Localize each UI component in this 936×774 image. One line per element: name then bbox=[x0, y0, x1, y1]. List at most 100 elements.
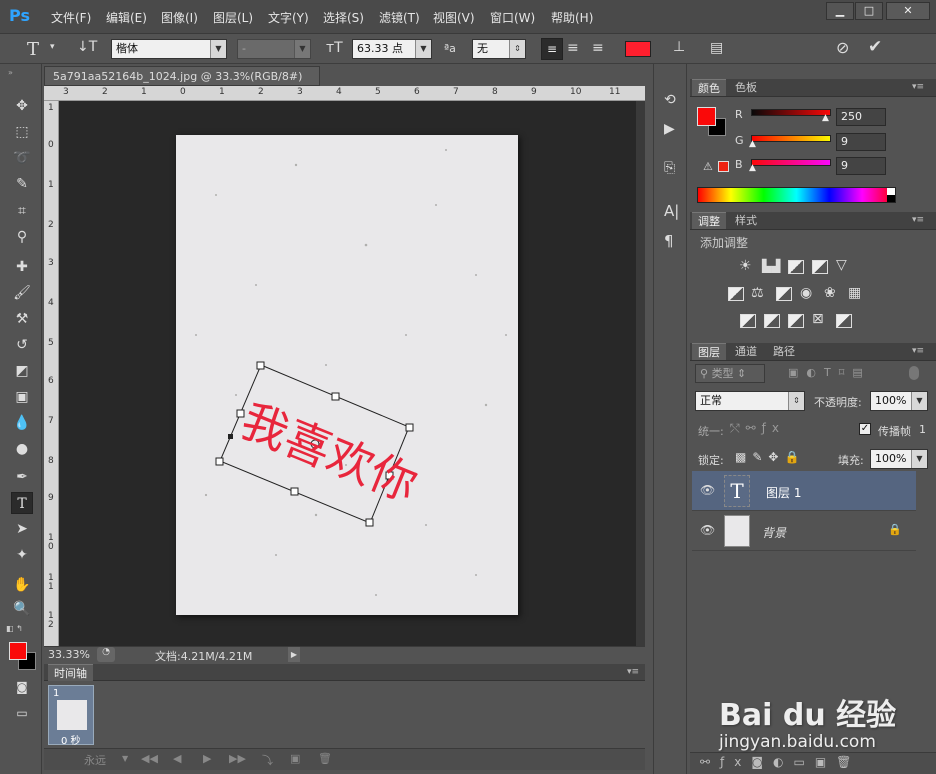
tab-adjustments[interactable]: 调整 bbox=[692, 212, 726, 229]
clone-stamp-tool-icon[interactable]: ⚒ bbox=[11, 308, 33, 330]
type-tool-icon[interactable]: T bbox=[11, 492, 33, 514]
first-frame-icon[interactable]: ◀◀ bbox=[141, 752, 158, 765]
type-tool-preset-icon[interactable]: T bbox=[27, 39, 39, 60]
menu-type[interactable]: 文字(Y) bbox=[268, 9, 309, 26]
play-icon[interactable]: ▶ bbox=[203, 752, 211, 765]
status-menu-icon[interactable]: ◔ bbox=[97, 647, 115, 662]
tab-styles[interactable]: 样式 bbox=[729, 212, 763, 229]
tab-layers[interactable]: 图层 bbox=[692, 343, 726, 360]
color-balance-icon[interactable]: ⚖ bbox=[751, 285, 764, 301]
text-color-swatch[interactable] bbox=[625, 41, 651, 57]
slider-handle-icon[interactable]: ▲ bbox=[749, 139, 756, 149]
document-tab[interactable]: 5a791aa52164b_1024.jpg @ 33.3%(RGB/8#) × bbox=[44, 66, 320, 96]
blue-value-input[interactable]: 9 bbox=[836, 157, 886, 175]
gamut-color-chip[interactable] bbox=[718, 161, 729, 172]
blur-tool-icon[interactable]: 💧 bbox=[11, 412, 33, 434]
menu-filter[interactable]: 滤镜(T) bbox=[379, 9, 420, 26]
text-orientation-icon[interactable]: ↓T bbox=[77, 39, 97, 55]
layer-name[interactable]: 背景 bbox=[762, 524, 786, 541]
eye-icon[interactable]: 👁 bbox=[700, 483, 715, 497]
font-family-select[interactable]: 楷体 ▼ bbox=[111, 39, 227, 59]
menu-select[interactable]: 选择(S) bbox=[323, 9, 364, 26]
red-slider[interactable] bbox=[751, 109, 831, 116]
history-brush-tool-icon[interactable]: ↺ bbox=[11, 334, 33, 356]
foreground-color-swatch[interactable] bbox=[9, 642, 27, 660]
collapse-arrows-icon[interactable]: » bbox=[8, 68, 13, 77]
channel-mixer-icon[interactable]: ❀ bbox=[824, 285, 836, 301]
opacity-input[interactable]: 100% ▼ bbox=[870, 391, 928, 411]
pen-tool-icon[interactable]: ✒ bbox=[11, 466, 33, 488]
warp-text-icon[interactable]: ⊥ bbox=[673, 39, 685, 55]
tween-icon[interactable]: ⤵ bbox=[262, 752, 273, 768]
crop-tool-icon[interactable]: ⌗ bbox=[11, 200, 33, 222]
close-window-button[interactable]: ✕ bbox=[886, 2, 930, 20]
chevron-down-icon[interactable]: ▾ bbox=[50, 42, 55, 52]
panel-menu-icon[interactable]: ▾≡ bbox=[912, 82, 924, 92]
hand-tool-icon[interactable]: ✋ bbox=[11, 574, 33, 596]
threshold-icon[interactable] bbox=[788, 314, 804, 328]
selective-color-icon[interactable]: ⊠ bbox=[812, 311, 824, 327]
eraser-tool-icon[interactable]: ◩ bbox=[11, 360, 33, 382]
timeline-tab[interactable]: 时间轴 bbox=[48, 664, 93, 681]
tab-swatches[interactable]: 色板 bbox=[729, 79, 763, 96]
slider-handle-icon[interactable]: ▲ bbox=[822, 113, 829, 123]
gradient-map-icon[interactable] bbox=[836, 314, 852, 328]
exposure-icon[interactable] bbox=[812, 260, 828, 274]
tab-paths[interactable]: 路径 bbox=[767, 343, 801, 360]
font-size-select[interactable]: 63.33 点 ▼ bbox=[352, 39, 432, 59]
prev-frame-icon[interactable]: ◀ bbox=[173, 752, 181, 765]
tab-color[interactable]: 颜色 bbox=[692, 79, 726, 96]
layer-name[interactable]: 图层 1 bbox=[766, 484, 801, 501]
layer-row-background[interactable]: 👁 背景 🔒 bbox=[692, 511, 916, 551]
unify-icons[interactable]: ⤲⚯ƒx bbox=[730, 421, 785, 436]
align-left-button[interactable]: ≡ bbox=[541, 38, 563, 60]
blue-slider[interactable] bbox=[751, 159, 831, 166]
chevron-down-icon[interactable]: ▼ bbox=[122, 754, 128, 763]
text-transform-box[interactable]: 我喜欢你 bbox=[176, 135, 518, 615]
posterize-icon[interactable] bbox=[764, 314, 780, 328]
layer-actions-icons[interactable]: ⚯ƒx◙◐▭▣🗑 bbox=[700, 755, 861, 769]
green-slider[interactable] bbox=[751, 135, 831, 142]
lock-icons[interactable]: ▩✎✥🔒 bbox=[735, 450, 805, 464]
align-center-button[interactable]: ≡ bbox=[567, 40, 579, 56]
actions-play-icon[interactable]: ▶ bbox=[664, 121, 675, 137]
vertical-scrollbar[interactable] bbox=[636, 101, 645, 646]
character-panel-icon[interactable]: ▤ bbox=[710, 40, 723, 56]
fill-input[interactable]: 100% ▼ bbox=[870, 449, 928, 469]
screen-mode-icon[interactable]: ▭ bbox=[11, 702, 33, 724]
default-colors-icon[interactable]: ◧ ↰ bbox=[6, 624, 23, 633]
cancel-icon[interactable]: ⊘ bbox=[836, 38, 849, 57]
duplicate-frame-icon[interactable]: ▣ bbox=[290, 752, 300, 765]
font-style-select[interactable]: - ▼ bbox=[237, 39, 311, 59]
paragraph-icon[interactable]: ¶ bbox=[664, 232, 674, 250]
layer-filter-select[interactable]: ⚲ 类型 ⇕ bbox=[695, 364, 765, 383]
fg-color-chip[interactable] bbox=[697, 107, 716, 126]
panel-menu-icon[interactable]: ▾≡ bbox=[627, 667, 639, 677]
status-arrow-icon[interactable]: ▶ bbox=[288, 647, 300, 662]
frame-delay[interactable]: 0 秒 bbox=[61, 732, 81, 747]
zoom-tool-icon[interactable]: 🔍 bbox=[11, 598, 33, 620]
delete-frame-icon[interactable]: 🗑 bbox=[318, 752, 332, 765]
menu-help[interactable]: 帮助(H) bbox=[551, 9, 593, 26]
brush-tool-icon[interactable]: 🖌 bbox=[11, 282, 33, 304]
lasso-tool-icon[interactable]: ➰ bbox=[11, 147, 33, 169]
propagate-checkbox[interactable]: ✓ bbox=[859, 423, 871, 435]
document-canvas[interactable]: 我喜欢你 bbox=[176, 135, 518, 615]
gradient-tool-icon[interactable]: ▣ bbox=[11, 386, 33, 408]
zoom-level[interactable]: 33.33% bbox=[48, 648, 90, 661]
quick-mask-icon[interactable]: ◙ bbox=[11, 676, 33, 698]
dodge-tool-icon[interactable]: ● bbox=[11, 438, 33, 460]
blend-mode-select[interactable]: 正常 ⇕ bbox=[695, 391, 805, 411]
anti-alias-select[interactable]: 无 ⇕ bbox=[472, 39, 526, 59]
loop-select[interactable]: 永远 bbox=[84, 752, 106, 768]
quick-select-tool-icon[interactable]: ✎ bbox=[11, 173, 33, 195]
character-icon[interactable]: A| bbox=[664, 202, 679, 220]
curves-icon[interactable] bbox=[788, 260, 804, 274]
layer-row-text[interactable]: 👁 T 图层 1 bbox=[692, 471, 916, 511]
eyedropper-tool-icon[interactable]: ⚲ bbox=[11, 226, 33, 248]
marquee-tool-icon[interactable]: ⬚ bbox=[11, 121, 33, 143]
minimize-button[interactable]: ▁ bbox=[826, 2, 854, 20]
history-icon[interactable]: ⟲ bbox=[664, 92, 676, 108]
menu-view[interactable]: 视图(V) bbox=[433, 9, 475, 26]
hue-sat-icon[interactable] bbox=[728, 287, 744, 301]
